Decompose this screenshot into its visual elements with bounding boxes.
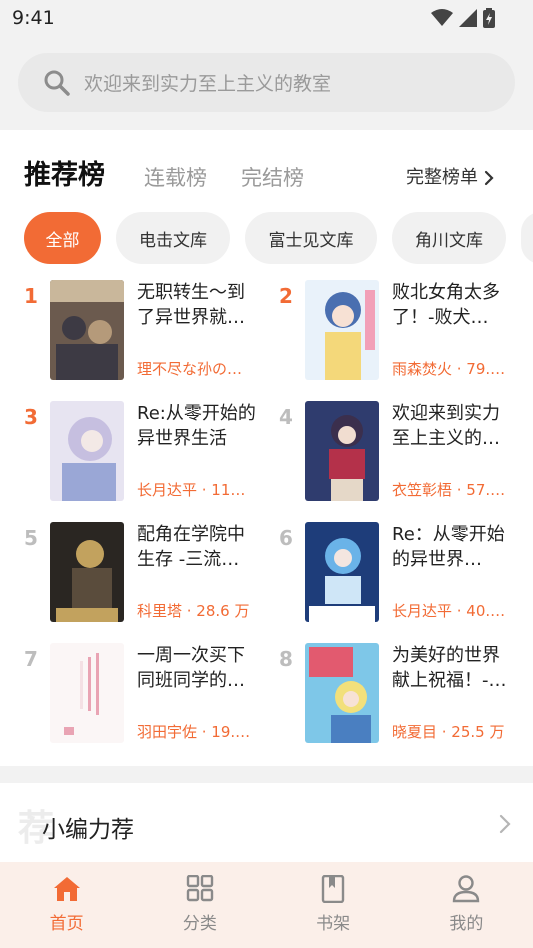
book-item[interactable]: 5 配角在学院中生存 -三流… 科里塔 · 28.6 万	[24, 522, 274, 626]
book-meta: 长月达平 · 40.…	[392, 602, 506, 620]
search-placeholder: 欢迎来到实力至上主义的教室	[84, 73, 332, 95]
book-item[interactable]: 4 欢迎来到实力至上主义的… 衣笠彰梧 · 57.…	[279, 401, 529, 505]
user-icon	[453, 875, 480, 903]
filter-fujimi[interactable]: 富士见文库	[245, 212, 377, 264]
rank-number: 5	[24, 526, 38, 550]
book-meta: 晓夏目 · 25.5 万	[392, 723, 505, 741]
book-item[interactable]: 3 Re:从零开始的异世界生活 长月达平 · 11…	[24, 401, 274, 505]
rank-number: 1	[24, 284, 38, 308]
book-meta: 理不尽な孙の…	[137, 360, 243, 378]
search-area: 欢迎来到实力至上主义的教室	[0, 36, 533, 130]
book-item[interactable]: 7 一周一次买下同班同学的… 羽田宇佐 · 19.…	[24, 643, 274, 747]
nav-bookshelf[interactable]: 书架	[267, 862, 400, 948]
book-title: 为美好的世界献上祝福！-…	[392, 645, 507, 691]
status-time: 9:41	[12, 7, 55, 29]
book-title: 欢迎来到实力至上主义的…	[392, 403, 500, 449]
book-meta: 衣笠彰梧 · 57.…	[392, 481, 506, 499]
rank-number: 8	[279, 647, 293, 671]
book-title: Re：从零开始的异世界…	[392, 524, 505, 570]
book-item[interactable]: 1 无职转生～到了异世界就… 理不尽な孙の…	[24, 280, 274, 384]
rank-number: 2	[279, 284, 293, 308]
book-cover	[50, 643, 124, 743]
book-title: 一周一次买下同班同学的…	[137, 645, 245, 691]
book-cover	[50, 280, 124, 380]
book-title: 配角在学院中生存 -三流…	[137, 524, 245, 570]
nav-home[interactable]: 首页	[0, 862, 133, 948]
bookmark-icon	[321, 875, 345, 903]
book-cover	[305, 401, 379, 501]
section-title: 小编力荐	[42, 817, 134, 843]
home-icon	[53, 877, 80, 901]
search-icon	[44, 70, 70, 96]
nav-profile[interactable]: 我的	[400, 862, 533, 948]
book-item[interactable]: 8 为美好的世界献上祝福！-… 晓夏目 · 25.5 万	[279, 643, 529, 747]
book-title: Re:从零开始的异世界生活	[137, 403, 256, 449]
tab-serializing[interactable]: 连载榜	[144, 160, 207, 196]
filter-dengeki[interactable]: 电击文库	[116, 212, 230, 264]
book-title: 无职转生～到了异世界就…	[137, 282, 245, 328]
battery-icon	[483, 8, 495, 28]
book-meta: 羽田宇佐 · 19.…	[137, 723, 251, 741]
filter-more[interactable]	[521, 212, 533, 264]
filter-kadokawa[interactable]: 角川文库	[392, 212, 506, 264]
full-list-label: 完整榜单	[406, 167, 478, 188]
rank-number: 4	[279, 405, 293, 429]
status-bar: 9:41	[0, 0, 533, 36]
nav-category[interactable]: 分类	[133, 862, 266, 948]
ranking-card: 推荐榜 连载榜 完结榜 完整榜单 全部 电击文库 富士见文库 角川文库 1 无职…	[0, 130, 533, 766]
tab-recommended[interactable]: 推荐榜	[24, 158, 105, 194]
signal-icon	[459, 9, 477, 27]
book-cover	[50, 522, 124, 622]
nav-label: 书架	[316, 914, 351, 934]
status-icons	[431, 8, 495, 28]
rank-number: 6	[279, 526, 293, 550]
book-cover	[50, 401, 124, 501]
book-meta: 雨森焚火 · 79.…	[392, 360, 506, 378]
chevron-right-icon[interactable]	[499, 814, 511, 834]
search-bar[interactable]: 欢迎来到实力至上主义的教室	[18, 53, 515, 112]
nav-label: 分类	[182, 914, 217, 934]
book-title: 败北女角太多了！-败犬…	[392, 282, 500, 328]
ranking-tabs: 推荐榜 连载榜 完结榜 完整榜单	[24, 158, 514, 198]
nav-label: 我的	[449, 914, 484, 934]
grid-icon	[186, 875, 214, 902]
book-meta: 科里塔 · 28.6 万	[137, 602, 250, 620]
rank-number: 3	[24, 405, 38, 429]
wifi-icon	[431, 9, 453, 26]
chevron-right-icon	[484, 170, 494, 186]
filter-all[interactable]: 全部	[24, 212, 101, 264]
book-cover	[305, 643, 379, 743]
rank-number: 7	[24, 647, 38, 671]
nav-label: 首页	[49, 914, 84, 934]
book-meta: 长月达平 · 11…	[137, 481, 246, 499]
book-item[interactable]: 2 败北女角太多了！-败犬… 雨森焚火 · 79.…	[279, 280, 529, 384]
book-cover	[305, 280, 379, 380]
tab-completed[interactable]: 完结榜	[241, 160, 304, 196]
book-cover	[305, 522, 379, 622]
editor-picks-section[interactable]: 荐 小编力荐	[0, 783, 533, 863]
publisher-filters: 全部 电击文库 富士见文库 角川文库	[24, 212, 533, 264]
bottom-nav: 首页 分类 书架 我的	[0, 862, 533, 948]
full-list-link[interactable]: 完整榜单	[406, 160, 494, 196]
book-item[interactable]: 6 Re：从零开始的异世界… 长月达平 · 40.…	[279, 522, 529, 626]
